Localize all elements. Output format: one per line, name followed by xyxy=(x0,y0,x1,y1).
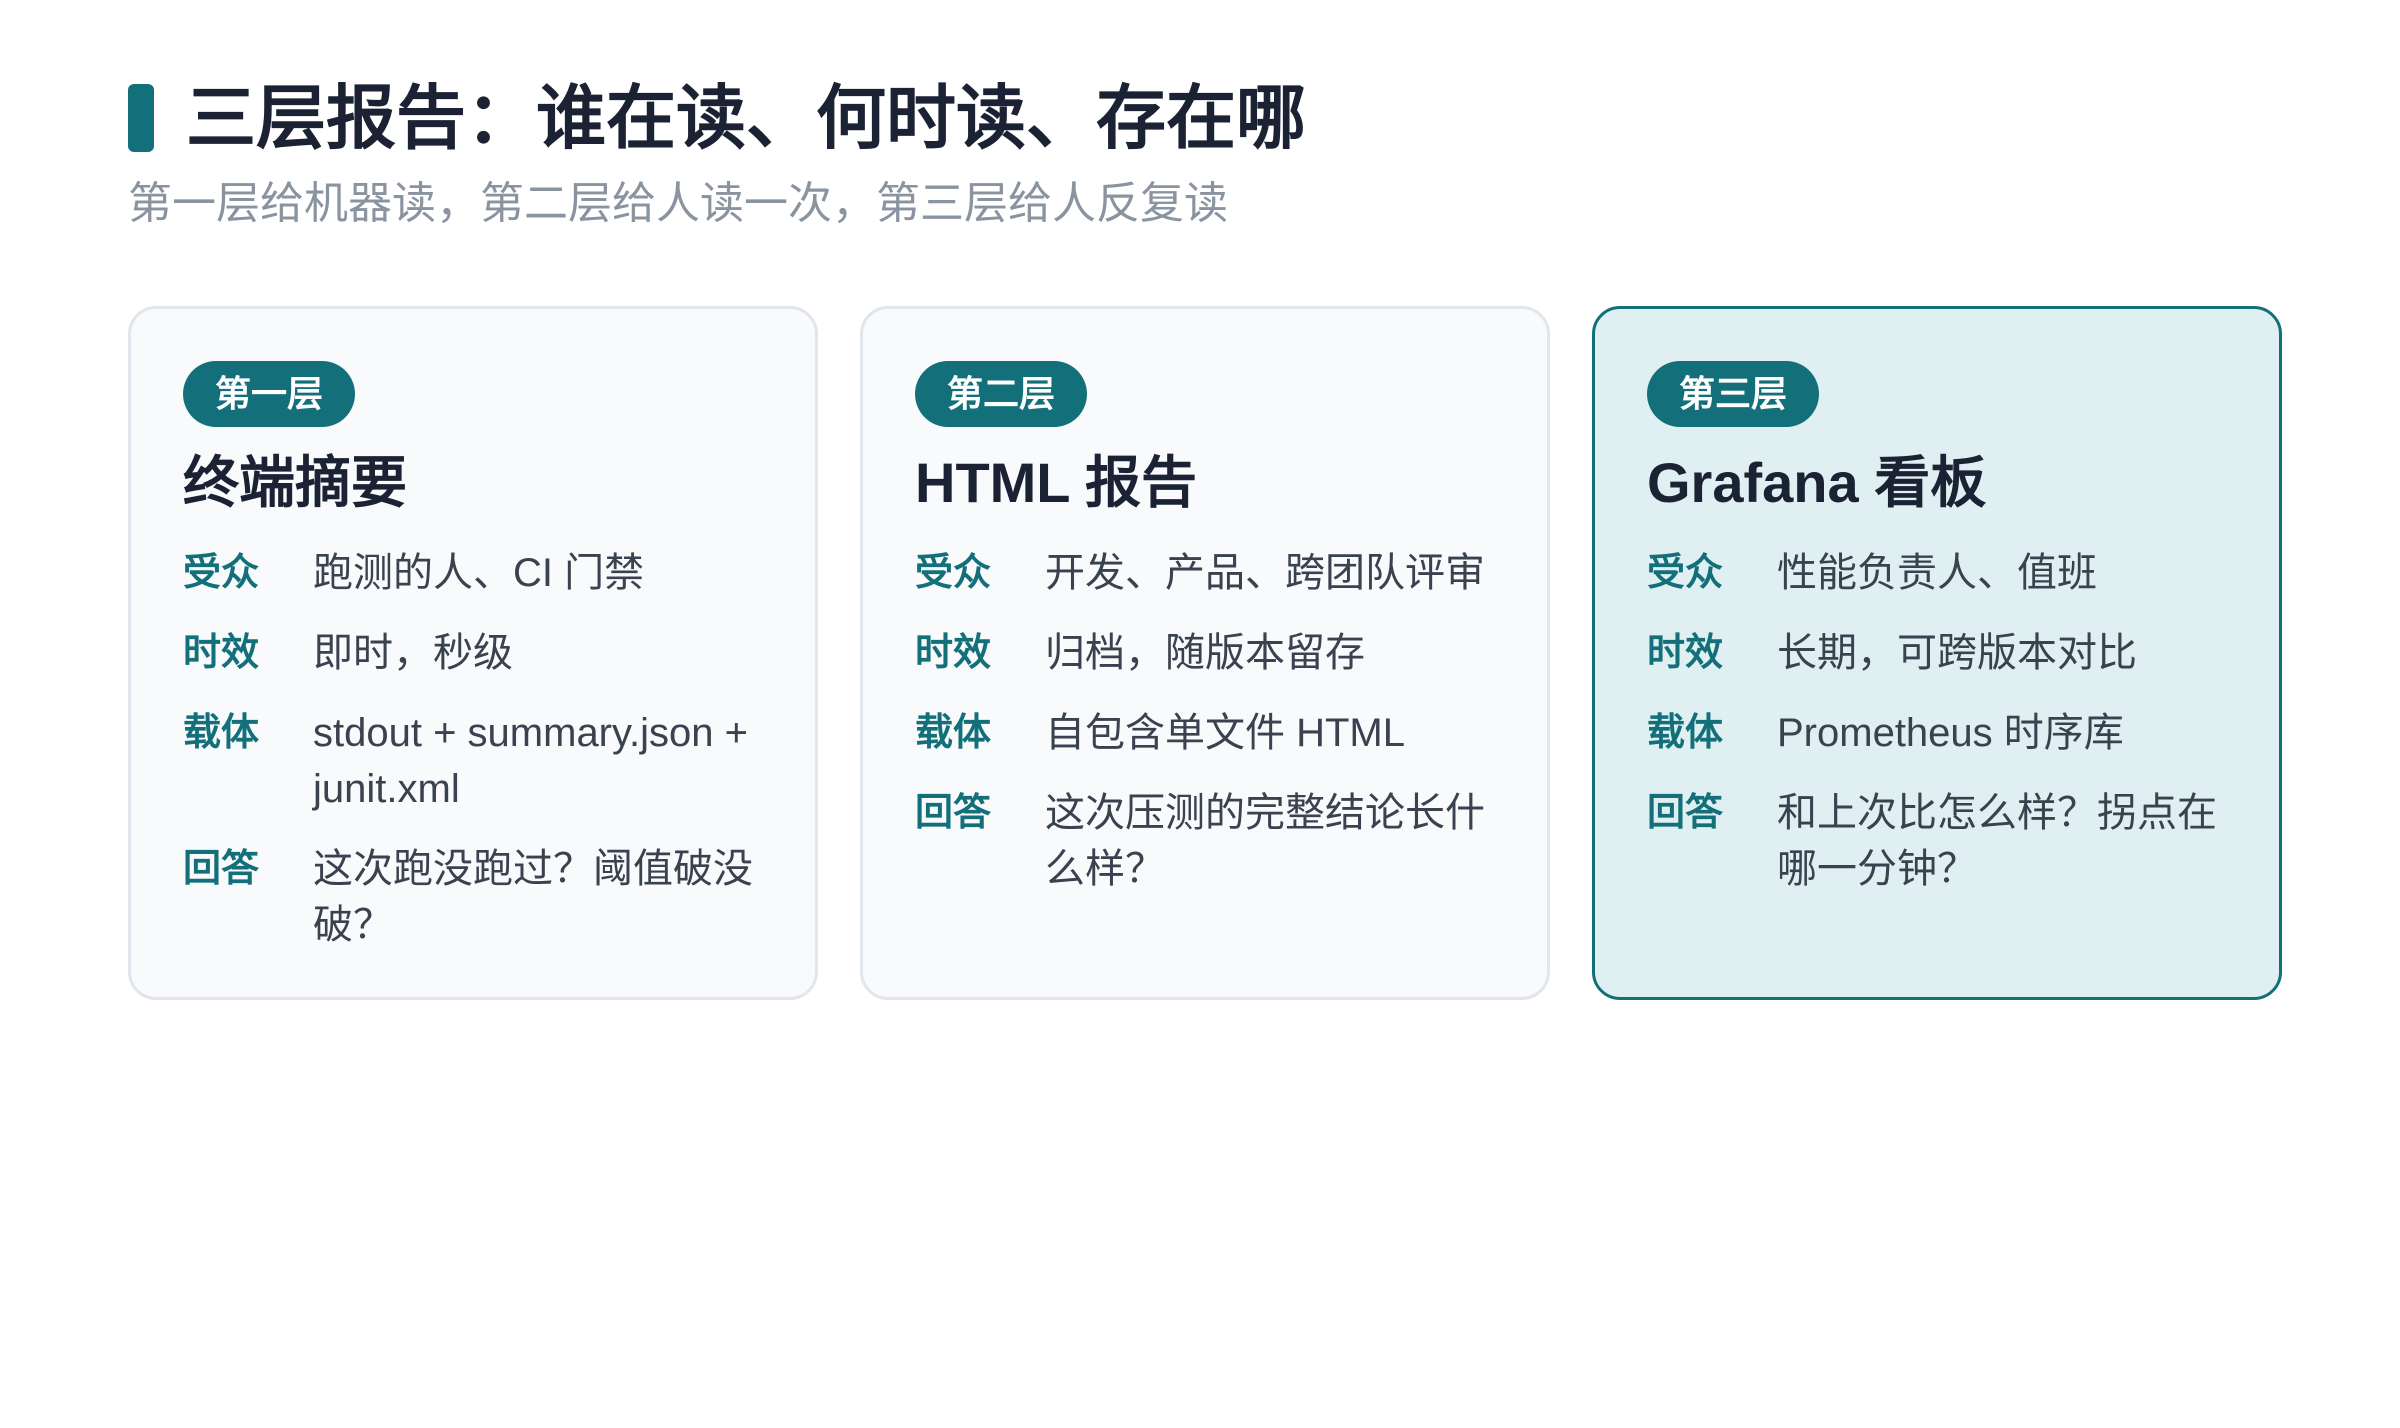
row-timeliness: 时效 即时，秒级 xyxy=(183,625,763,681)
row-audience: 受众 跑测的人、CI 门禁 xyxy=(183,545,763,601)
row-label: 时效 xyxy=(915,632,992,674)
row-value: 性能负责人、值班 xyxy=(1777,551,2097,595)
row-label: 受众 xyxy=(183,552,260,594)
row-value: 这次压测的完整结论长什么样？ xyxy=(1045,791,1485,891)
row-value: 跑测的人、CI 门禁 xyxy=(313,551,645,595)
row-carrier: 载体 stdout + summary.json + junit.xml xyxy=(183,705,763,817)
row-carrier: 载体 自包含单文件 HTML xyxy=(915,705,1495,761)
row-timeliness: 时效 长期，可跨版本对比 xyxy=(1647,625,2227,681)
card-rows: 受众 跑测的人、CI 门禁 时效 即时，秒级 载体 stdout + summa… xyxy=(183,545,763,953)
row-label: 受众 xyxy=(1647,552,1724,594)
row-value: 开发、产品、跨团队评审 xyxy=(1045,551,1485,595)
card-layer-1: 第一层 终端摘要 受众 跑测的人、CI 门禁 时效 即时，秒级 载体 stdou… xyxy=(128,306,818,1000)
layer-badge: 第二层 xyxy=(915,361,1088,427)
row-label: 载体 xyxy=(915,712,992,754)
page-title: 三层报告：谁在读、何时读、存在哪 xyxy=(186,79,1306,157)
row-label: 载体 xyxy=(183,712,260,754)
layer-badge: 第一层 xyxy=(183,361,356,427)
row-label: 受众 xyxy=(915,552,992,594)
row-audience: 受众 开发、产品、跨团队评审 xyxy=(915,545,1495,601)
row-answer: 回答 和上次比怎么样？拐点在哪一分钟？ xyxy=(1647,785,2227,897)
row-timeliness: 时效 归档，随版本留存 xyxy=(915,625,1495,681)
row-value: 即时，秒级 xyxy=(313,631,513,675)
layer-badge: 第三层 xyxy=(1647,361,1820,427)
row-answer: 回答 这次跑没跑过？阈值破没破？ xyxy=(183,841,763,953)
header: 三层报告：谁在读、何时读、存在哪 第一层给机器读，第二层给人读一次，第三层给人反… xyxy=(128,70,1306,234)
row-label: 载体 xyxy=(1647,712,1724,754)
card-title: 终端摘要 xyxy=(183,451,407,514)
row-value: 长期，可跨版本对比 xyxy=(1777,631,2137,675)
row-value: 自包含单文件 HTML xyxy=(1045,711,1405,755)
report-layer-cards: 第一层 终端摘要 受众 跑测的人、CI 门禁 时效 即时，秒级 载体 stdou… xyxy=(128,306,2284,1000)
row-label: 回答 xyxy=(1647,792,1724,834)
row-label: 时效 xyxy=(183,632,260,674)
card-rows: 受众 开发、产品、跨团队评审 时效 归档，随版本留存 载体 自包含单文件 HTM… xyxy=(915,545,1495,897)
page-subtitle: 第一层给机器读，第二层给人读一次，第三层给人反复读 xyxy=(128,179,1228,228)
row-label: 回答 xyxy=(183,848,260,890)
card-rows: 受众 性能负责人、值班 时效 长期，可跨版本对比 载体 Prometheus 时… xyxy=(1647,545,2227,897)
row-value: stdout + summary.json + junit.xml xyxy=(313,711,748,811)
card-layer-3: 第三层 Grafana 看板 受众 性能负责人、值班 时效 长期，可跨版本对比 … xyxy=(1592,306,2282,1000)
row-audience: 受众 性能负责人、值班 xyxy=(1647,545,2227,601)
row-value: 和上次比怎么样？拐点在哪一分钟？ xyxy=(1777,791,2217,891)
card-layer-2: 第二层 HTML 报告 受众 开发、产品、跨团队评审 时效 归档，随版本留存 载… xyxy=(860,306,1550,1000)
title-accent-bar xyxy=(128,84,154,152)
row-label: 时效 xyxy=(1647,632,1724,674)
row-answer: 回答 这次压测的完整结论长什么样？ xyxy=(915,785,1495,897)
row-value: Prometheus 时序库 xyxy=(1777,711,2124,755)
row-value: 这次跑没跑过？阈值破没破？ xyxy=(313,847,753,947)
card-title: Grafana 看板 xyxy=(1647,451,1987,514)
row-label: 回答 xyxy=(915,792,992,834)
title-row: 三层报告：谁在读、何时读、存在哪 xyxy=(128,70,1306,166)
row-carrier: 载体 Prometheus 时序库 xyxy=(1647,705,2227,761)
card-title: HTML 报告 xyxy=(915,451,1198,514)
row-value: 归档，随版本留存 xyxy=(1045,631,1365,675)
